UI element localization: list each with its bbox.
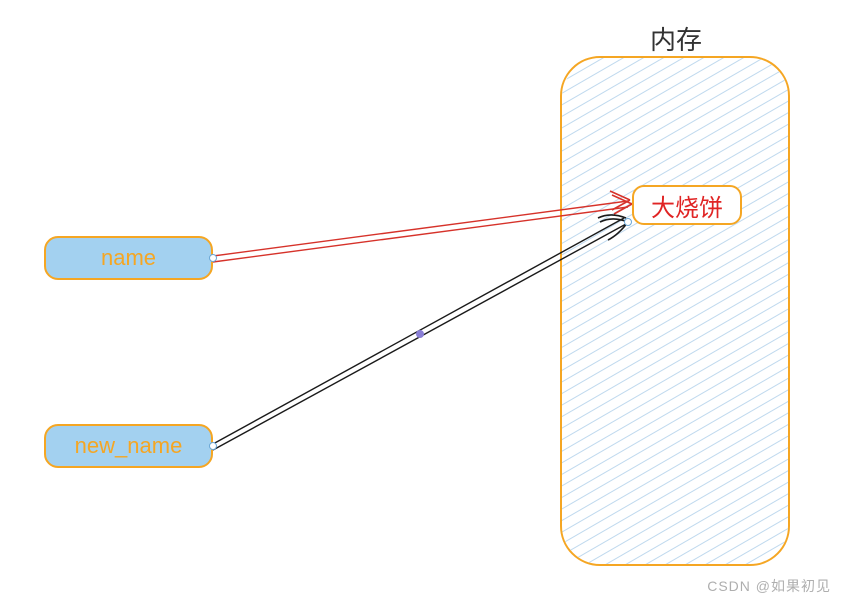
memory-container [560, 56, 790, 566]
variable-new-name-box: new_name [44, 424, 213, 468]
memory-label: 内存 [650, 20, 702, 57]
variable-new-name-label: new_name [75, 433, 183, 459]
value-node: 大烧饼 [632, 185, 742, 225]
connector-dot-value [624, 218, 632, 226]
midpoint-dot [416, 330, 424, 338]
variable-name-box: name [44, 236, 213, 280]
variable-name-label: name [101, 245, 156, 271]
memory-hatch-fill [562, 58, 790, 566]
connector-dot-name [209, 254, 217, 262]
watermark-text: CSDN @如果初见 [707, 576, 831, 596]
connector-dot-new-name [209, 442, 217, 450]
